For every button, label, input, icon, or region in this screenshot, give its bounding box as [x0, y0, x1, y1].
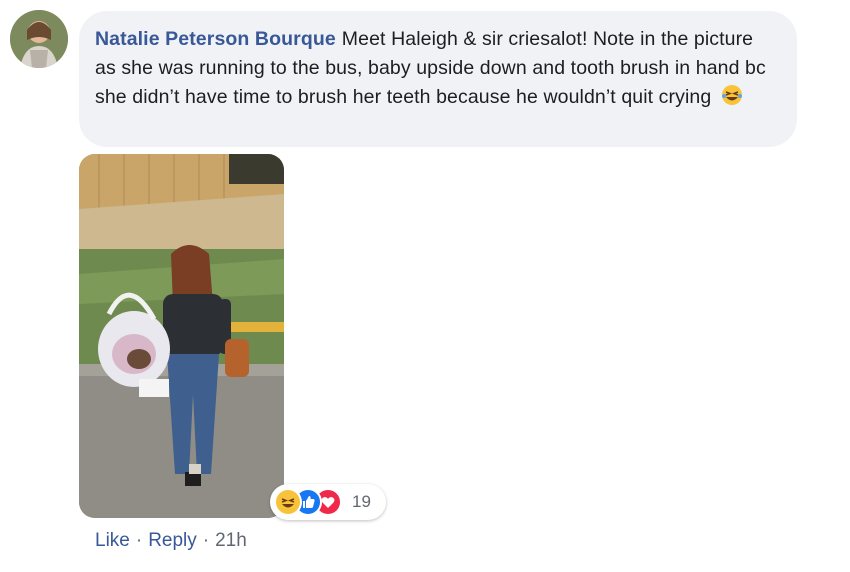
comment-body: Natalie Peterson Bourque Meet Haleigh & s…	[95, 25, 777, 112]
timestamp-link[interactable]: 21h	[215, 530, 247, 552]
comment-author-link[interactable]: Natalie Peterson Bourque	[95, 28, 336, 50]
reply-link[interactable]: Reply	[148, 530, 197, 552]
comment-actions: Like · Reply · 21h	[95, 530, 247, 552]
comment-photo[interactable]	[79, 154, 284, 518]
separator-dot: ·	[202, 530, 210, 551]
like-link[interactable]: Like	[95, 530, 130, 552]
haha-icon	[274, 488, 302, 516]
avatar-photo	[10, 10, 68, 68]
photo-image	[79, 154, 284, 518]
laughing-crying-emoji-icon	[721, 84, 743, 106]
reaction-count: 19	[352, 492, 371, 511]
reaction-summary[interactable]: 19	[270, 484, 386, 520]
separator-dot: ·	[135, 530, 143, 551]
comment-bubble: Natalie Peterson Bourque Meet Haleigh & s…	[79, 11, 797, 147]
avatar[interactable]	[10, 10, 68, 68]
